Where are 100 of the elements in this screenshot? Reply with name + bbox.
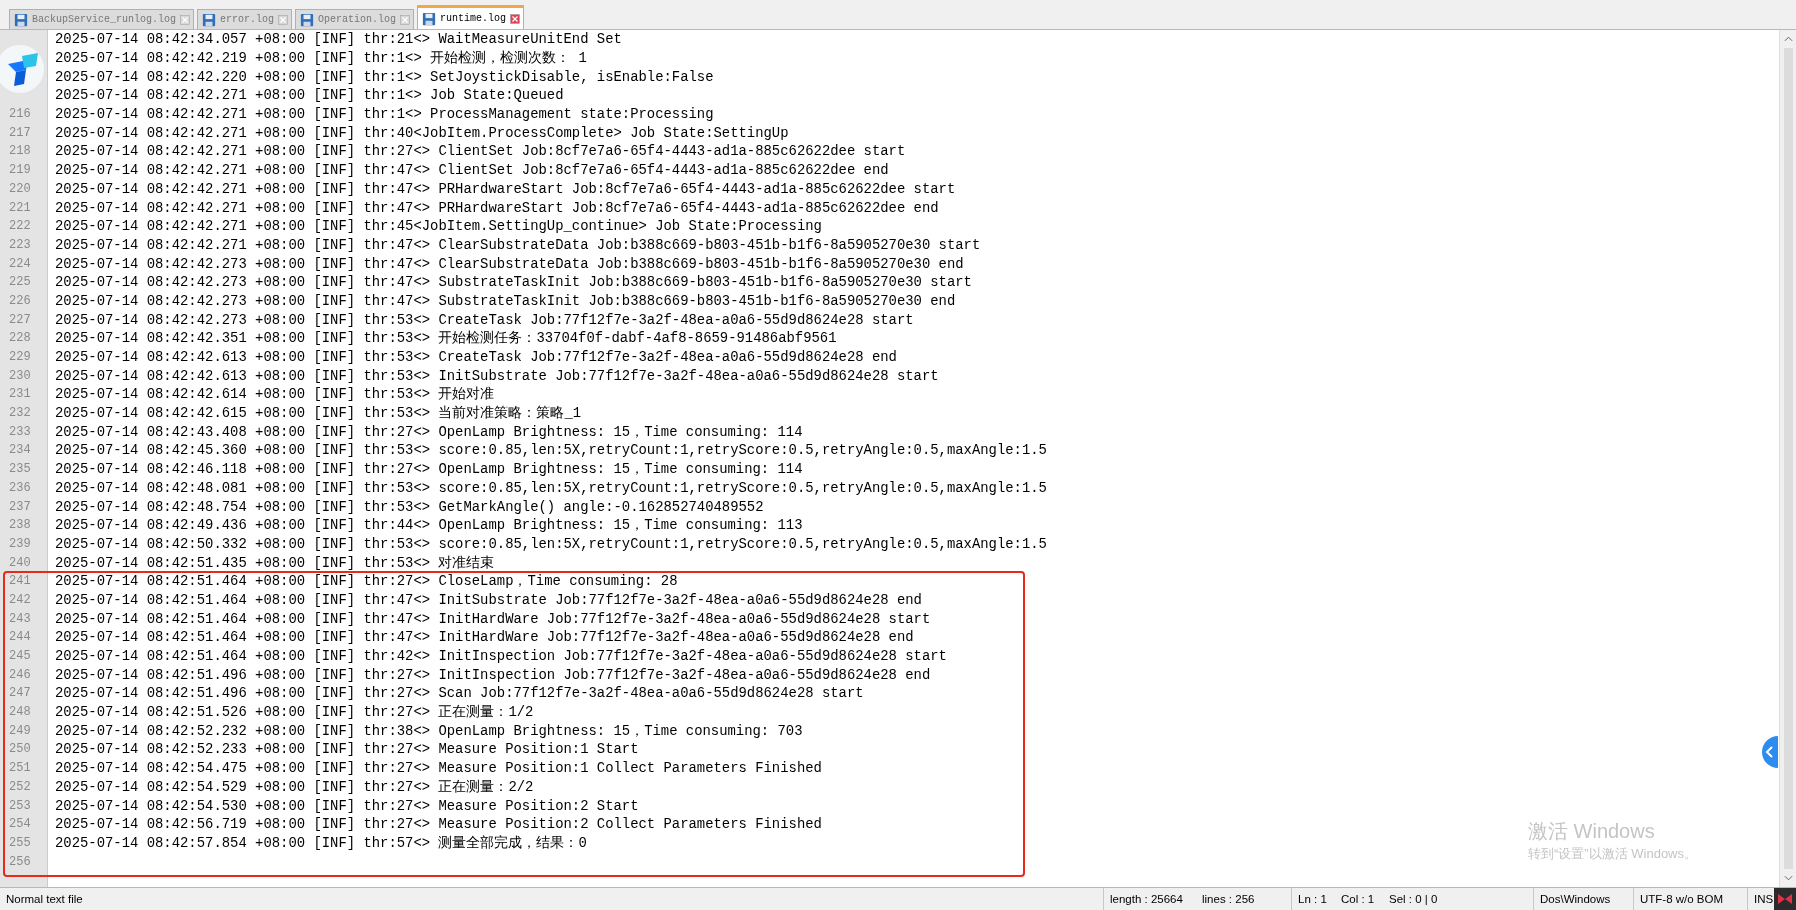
line-number: 247 bbox=[9, 686, 31, 701]
line-number: 237 bbox=[9, 499, 31, 514]
log-line: 2025-07-14 08:42:34.057 +08:00 [INF] thr:21<> WaitMeasureUnitEnd Set bbox=[54, 31, 622, 48]
log-line: 2025-07-14 08:42:54.530 +08:00 [INF] thr:27<> Measure Position:2 Start bbox=[54, 797, 639, 814]
log-line: 2025-07-14 08:42:51.464 +08:00 [INF] thr:42<> InitInspection Job:77f12f7e-3a2f-48ea-a0a6-55d9d8624e28 start bbox=[54, 648, 947, 665]
app-logo-icon[interactable] bbox=[0, 44, 46, 94]
log-line: 2025-07-14 08:42:51.464 +08:00 [INF] thr:47<> InitHardWare Job:77f12f7e-3a2f-48ea-a0a6-55d9d8624e28 end bbox=[54, 629, 914, 646]
selection-info: Sel : 0 | 0 bbox=[1388, 892, 1439, 907]
log-line: 2025-07-14 08:42:42.271 +08:00 [INF] thr:47<> PRHardwareStart Job:8cf7e7a6-65f4-4443-ad1a-885c62622dee start bbox=[54, 180, 956, 197]
log-line: 2025-07-14 08:42:42.271 +08:00 [INF] thr:27<> ClientSet Job:8cf7e7a6-65f4-4443-ad1a-885c62622dee start bbox=[54, 143, 906, 160]
activation-hint: 转到“设置”以激活 Windows。 bbox=[1528, 845, 1697, 863]
log-line: 2025-07-14 08:42:42.273 +08:00 [INF] thr:53<> CreateTask Job:77f12f7e-3a2f-48ea-a0a6-55d9d8624e28 start bbox=[54, 311, 914, 328]
line-number: 249 bbox=[9, 723, 31, 738]
close-icon[interactable] bbox=[180, 14, 191, 25]
file-tab[interactable]: runtime.log bbox=[417, 5, 525, 29]
file-tab[interactable]: BackupService_runlog.log bbox=[9, 9, 195, 29]
log-line: 2025-07-14 08:42:42.271 +08:00 [INF] thr:1<> Job State:Queued bbox=[54, 87, 564, 104]
line-number: 228 bbox=[9, 331, 31, 346]
log-line: 2025-07-14 08:42:51.496 +08:00 [INF] thr:27<> Scan Job:77f12f7e-3a2f-48ea-a0a6-55d9d8624e28 start bbox=[54, 685, 864, 702]
log-line: 2025-07-14 08:42:57.854 +08:00 [INF] thr:57<> 测量全部完成，结果：0 bbox=[54, 833, 587, 852]
scroll-up-icon[interactable] bbox=[1783, 36, 1793, 42]
log-line: 2025-07-14 08:42:51.464 +08:00 [INF] thr:47<> InitHardWare Job:77f12f7e-3a2f-48ea-a0a6-55d9d8624e28 start bbox=[54, 610, 931, 627]
close-icon[interactable] bbox=[510, 13, 521, 24]
line-number: 255 bbox=[9, 835, 31, 850]
log-line: 2025-07-14 08:42:52.232 +08:00 [INF] thr:38<> OpenLamp Brightness: 15，Time consuming: 703 bbox=[54, 721, 803, 740]
log-line: 2025-07-14 08:42:42.220 +08:00 [INF] thr:1<> SetJoystickDisable, isEnable:False bbox=[54, 68, 714, 85]
log-line: 2025-07-14 08:42:42.271 +08:00 [INF] thr:47<> PRHardwareStart Job:8cf7e7a6-65f4-4443-ad1a-885c62622dee end bbox=[54, 199, 939, 216]
line-number: 218 bbox=[9, 144, 31, 159]
file-tab[interactable]: Operation.log bbox=[295, 9, 415, 29]
line-number: 226 bbox=[9, 293, 31, 308]
line-number: 223 bbox=[9, 237, 31, 252]
log-line: 2025-07-14 08:42:43.408 +08:00 [INF] thr:27<> OpenLamp Brightness: 15，Time consuming: 114 bbox=[54, 422, 803, 441]
line-number: 220 bbox=[9, 181, 31, 196]
line-number: 234 bbox=[9, 443, 31, 458]
line-number: 235 bbox=[9, 462, 31, 477]
log-line: 2025-07-14 08:42:50.332 +08:00 [INF] thr:53<> score:0.85,len:5X,retryCount:1,retryScore:0.5,retryAngle:0.5,maxAngle:1.5 bbox=[54, 535, 1047, 552]
log-line: 2025-07-14 08:42:54.475 +08:00 [INF] thr:27<> Measure Position:1 Collect Parameters Finished bbox=[54, 760, 822, 777]
line-number: 251 bbox=[9, 761, 31, 776]
log-line: 2025-07-14 08:42:42.273 +08:00 [INF] thr:47<> SubstrateTaskInit Job:b388c669-b803-451b-b1f6-8a5905270e30 end bbox=[54, 292, 956, 309]
file-type: Normal text file bbox=[5, 892, 84, 907]
line-number: 232 bbox=[9, 406, 31, 421]
length-info: length : 25664 bbox=[1103, 888, 1196, 910]
log-line: 2025-07-14 08:42:42.271 +08:00 [INF] thr:47<> ClientSet Job:8cf7e7a6-65f4-4443-ad1a-885c62622dee end bbox=[54, 162, 889, 179]
log-line: 2025-07-14 08:42:48.081 +08:00 [INF] thr:53<> score:0.85,len:5X,retryCount:1,retryScore:0.5,retryAngle:0.5,maxAngle:1.5 bbox=[54, 479, 1047, 496]
log-line: 2025-07-14 08:42:42.271 +08:00 [INF] thr:1<> ProcessManagement state:Processing bbox=[54, 106, 714, 123]
log-line: 2025-07-14 08:42:49.436 +08:00 [INF] thr:44<> OpenLamp Brightness: 15，Time consuming: 113 bbox=[54, 516, 803, 535]
log-line: 2025-07-14 08:42:51.435 +08:00 [INF] thr:53<> 对准结束 bbox=[54, 553, 495, 572]
log-line: 2025-07-14 08:42:51.526 +08:00 [INF] thr:27<> 正在测量：1/2 bbox=[54, 703, 534, 722]
log-line: 2025-07-14 08:42:51.496 +08:00 [INF] thr:27<> InitInspection Job:77f12f7e-3a2f-48ea-a0a6-55d9d8624e28 end bbox=[54, 666, 931, 683]
line-number: 217 bbox=[9, 125, 31, 140]
line-number: 244 bbox=[9, 630, 31, 645]
line-number: 216 bbox=[9, 107, 31, 122]
line-number: 227 bbox=[9, 312, 31, 327]
scroll-down-icon[interactable] bbox=[1783, 875, 1793, 881]
log-line: 2025-07-14 08:42:42.351 +08:00 [INF] thr:53<> 开始检测任务：33704f0f-dabf-4af8-8659-91486abf9561 bbox=[54, 329, 837, 348]
column-info: Col : 1 bbox=[1340, 892, 1376, 907]
vertical-scrollbar[interactable] bbox=[1779, 30, 1796, 887]
log-line: 2025-07-14 08:42:45.360 +08:00 [INF] thr:53<> score:0.85,len:5X,retryCount:1,retryScore:0.5,retryAngle:0.5,maxAngle:1.5 bbox=[54, 442, 1047, 459]
line-number: 240 bbox=[9, 555, 31, 570]
close-icon[interactable] bbox=[400, 14, 411, 25]
close-icon[interactable] bbox=[278, 14, 289, 25]
line-number: 222 bbox=[9, 219, 31, 234]
line-number: 224 bbox=[9, 256, 31, 271]
log-line: 2025-07-14 08:42:42.615 +08:00 [INF] thr:53<> 当前对准策略：策略_1 bbox=[54, 404, 582, 423]
line-number: 230 bbox=[9, 368, 31, 383]
log-line: 2025-07-14 08:42:51.464 +08:00 [INF] thr:47<> InitSubstrate Job:77f12f7e-3a2f-48ea-a0a6-55d9d8624e28 end bbox=[54, 591, 922, 608]
line-number: 250 bbox=[9, 742, 31, 757]
line-number: 233 bbox=[9, 424, 31, 439]
log-line: 2025-07-14 08:42:42.613 +08:00 [INF] thr:53<> CreateTask Job:77f12f7e-3a2f-48ea-a0a6-55d9d8624e28 end bbox=[54, 349, 897, 366]
log-line: 2025-07-14 08:42:52.233 +08:00 [INF] thr:27<> Measure Position:1 Start bbox=[54, 741, 639, 758]
encoding: UTF-8 w/o BOM bbox=[1633, 888, 1747, 910]
log-line: 2025-07-14 08:42:46.118 +08:00 [INF] thr:27<> OpenLamp Brightness: 15，Time consuming: 114 bbox=[54, 460, 803, 479]
line-number: 219 bbox=[9, 163, 31, 178]
log-line: 2025-07-14 08:42:42.614 +08:00 [INF] thr:53<> 开始对准 bbox=[54, 385, 495, 404]
line-number: 236 bbox=[9, 480, 31, 495]
log-line: 2025-07-14 08:42:42.271 +08:00 [INF] thr:40<JobItem.ProcessComplete> Job State:SettingUp bbox=[54, 124, 789, 141]
log-line: 2025-07-14 08:42:42.271 +08:00 [INF] thr:47<> ClearSubstrateData Job:b388c669-b803-451b-b1f6-8a5905270e30 start bbox=[54, 236, 981, 253]
line-number: 221 bbox=[9, 200, 31, 215]
line-number: 253 bbox=[9, 798, 31, 813]
line-number: 248 bbox=[9, 705, 31, 720]
log-line: 2025-07-14 08:42:56.719 +08:00 [INF] thr:27<> Measure Position:2 Collect Parameters Finished bbox=[54, 816, 822, 833]
file-tab[interactable]: error.log bbox=[197, 9, 293, 29]
log-line: 2025-07-14 08:42:54.529 +08:00 [INF] thr:27<> 正在测量：2/2 bbox=[54, 777, 534, 796]
log-line: 2025-07-14 08:42:42.273 +08:00 [INF] thr:47<> ClearSubstrateData Job:b388c669-b803-451b-b1f6-8a5905270e30 end bbox=[54, 255, 964, 272]
log-line: 2025-07-14 08:42:42.271 +08:00 [INF] thr:45<JobItem.SettingUp_continue> Job State:Processing bbox=[54, 218, 822, 235]
line-number: 245 bbox=[9, 649, 31, 664]
line-number: 231 bbox=[9, 387, 31, 402]
line-number: 242 bbox=[9, 592, 31, 607]
line-number: 225 bbox=[9, 275, 31, 290]
line-info: Ln : 1 bbox=[1291, 888, 1335, 910]
activation-title: 激活 Windows bbox=[1528, 819, 1656, 844]
eol-format: Dos\Windows bbox=[1533, 888, 1633, 910]
log-line: 2025-07-14 08:42:42.273 +08:00 [INF] thr:47<> SubstrateTaskInit Job:b388c669-b803-451b-b1f6-8a5905270e30 start bbox=[54, 274, 972, 291]
log-line: 2025-07-14 08:42:48.754 +08:00 [INF] thr:53<> GetMarkAngle() angle:-0.162852740489552 bbox=[54, 498, 764, 515]
line-number: 241 bbox=[9, 574, 31, 589]
line-number: 243 bbox=[9, 611, 31, 626]
log-line: 2025-07-14 08:42:42.219 +08:00 [INF] thr:1<> 开始检测，检测次数： 1 bbox=[54, 49, 587, 68]
line-number: 246 bbox=[9, 667, 31, 682]
line-number: 256 bbox=[9, 854, 31, 869]
tray-icon[interactable] bbox=[1774, 888, 1796, 910]
